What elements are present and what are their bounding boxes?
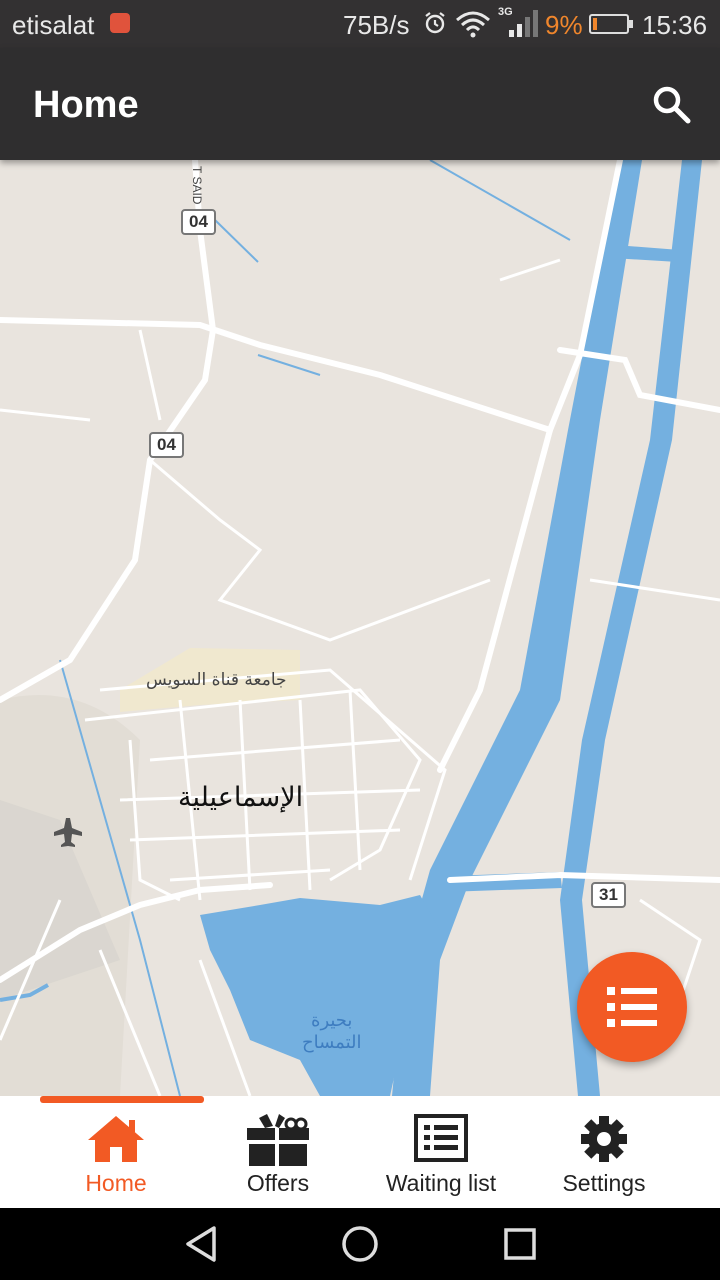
list-alt-icon [414,1114,468,1162]
city-label: الإسماعيلية [178,782,304,813]
alarm-icon [425,12,445,34]
system-navigation-bar [0,1208,720,1280]
nav-label: Home [85,1170,147,1196]
status-bar: etisalat 75B/s 3G 9% 15:36 [0,0,720,48]
list-fab-button[interactable] [577,952,687,1062]
list-icon [607,987,657,1027]
nav-item-settings[interactable]: Settings [524,1096,684,1208]
lake-label-line2: التمساح [302,1032,362,1053]
lake-label-line1: بحيرة [311,1010,353,1031]
search-icon[interactable] [650,83,692,125]
nav-item-home[interactable]: Home [36,1096,196,1208]
nav-item-offers[interactable]: Offers [198,1096,358,1208]
page-title: Home [33,84,139,126]
network-speed: 75B/s [343,10,410,40]
message-notification-icon [110,13,130,33]
recents-icon[interactable] [502,1224,538,1264]
road-shield: 04 [181,209,216,235]
university-label: جامعة قناة السويس [146,670,287,690]
back-icon[interactable] [182,1224,220,1264]
lake-label: بحيرة التمساح [302,1010,361,1054]
gift-icon [247,1114,309,1166]
carrier-name: etisalat [12,10,95,40]
road-shield: 04 [149,432,184,458]
nav-label: Waiting list [385,1170,497,1196]
gear-icon [581,1116,627,1162]
nav-label: Offers [246,1170,310,1196]
signal-icon [509,10,538,37]
wifi-icon [456,11,490,38]
battery-icon [589,14,633,34]
road-name-label: T SAID [190,166,204,205]
clock: 15:36 [642,10,708,40]
app-bar: Home [0,48,720,160]
bottom-navigation: Home Offers Waiting list Settings [0,1096,720,1208]
home-icon [88,1116,144,1162]
nav-label: Settings [562,1170,646,1196]
road-shield: 31 [591,882,626,908]
nav-item-waiting-list[interactable]: Waiting list [360,1096,522,1208]
home-circle-icon[interactable] [340,1224,380,1264]
battery-percent: 9% [545,10,583,40]
